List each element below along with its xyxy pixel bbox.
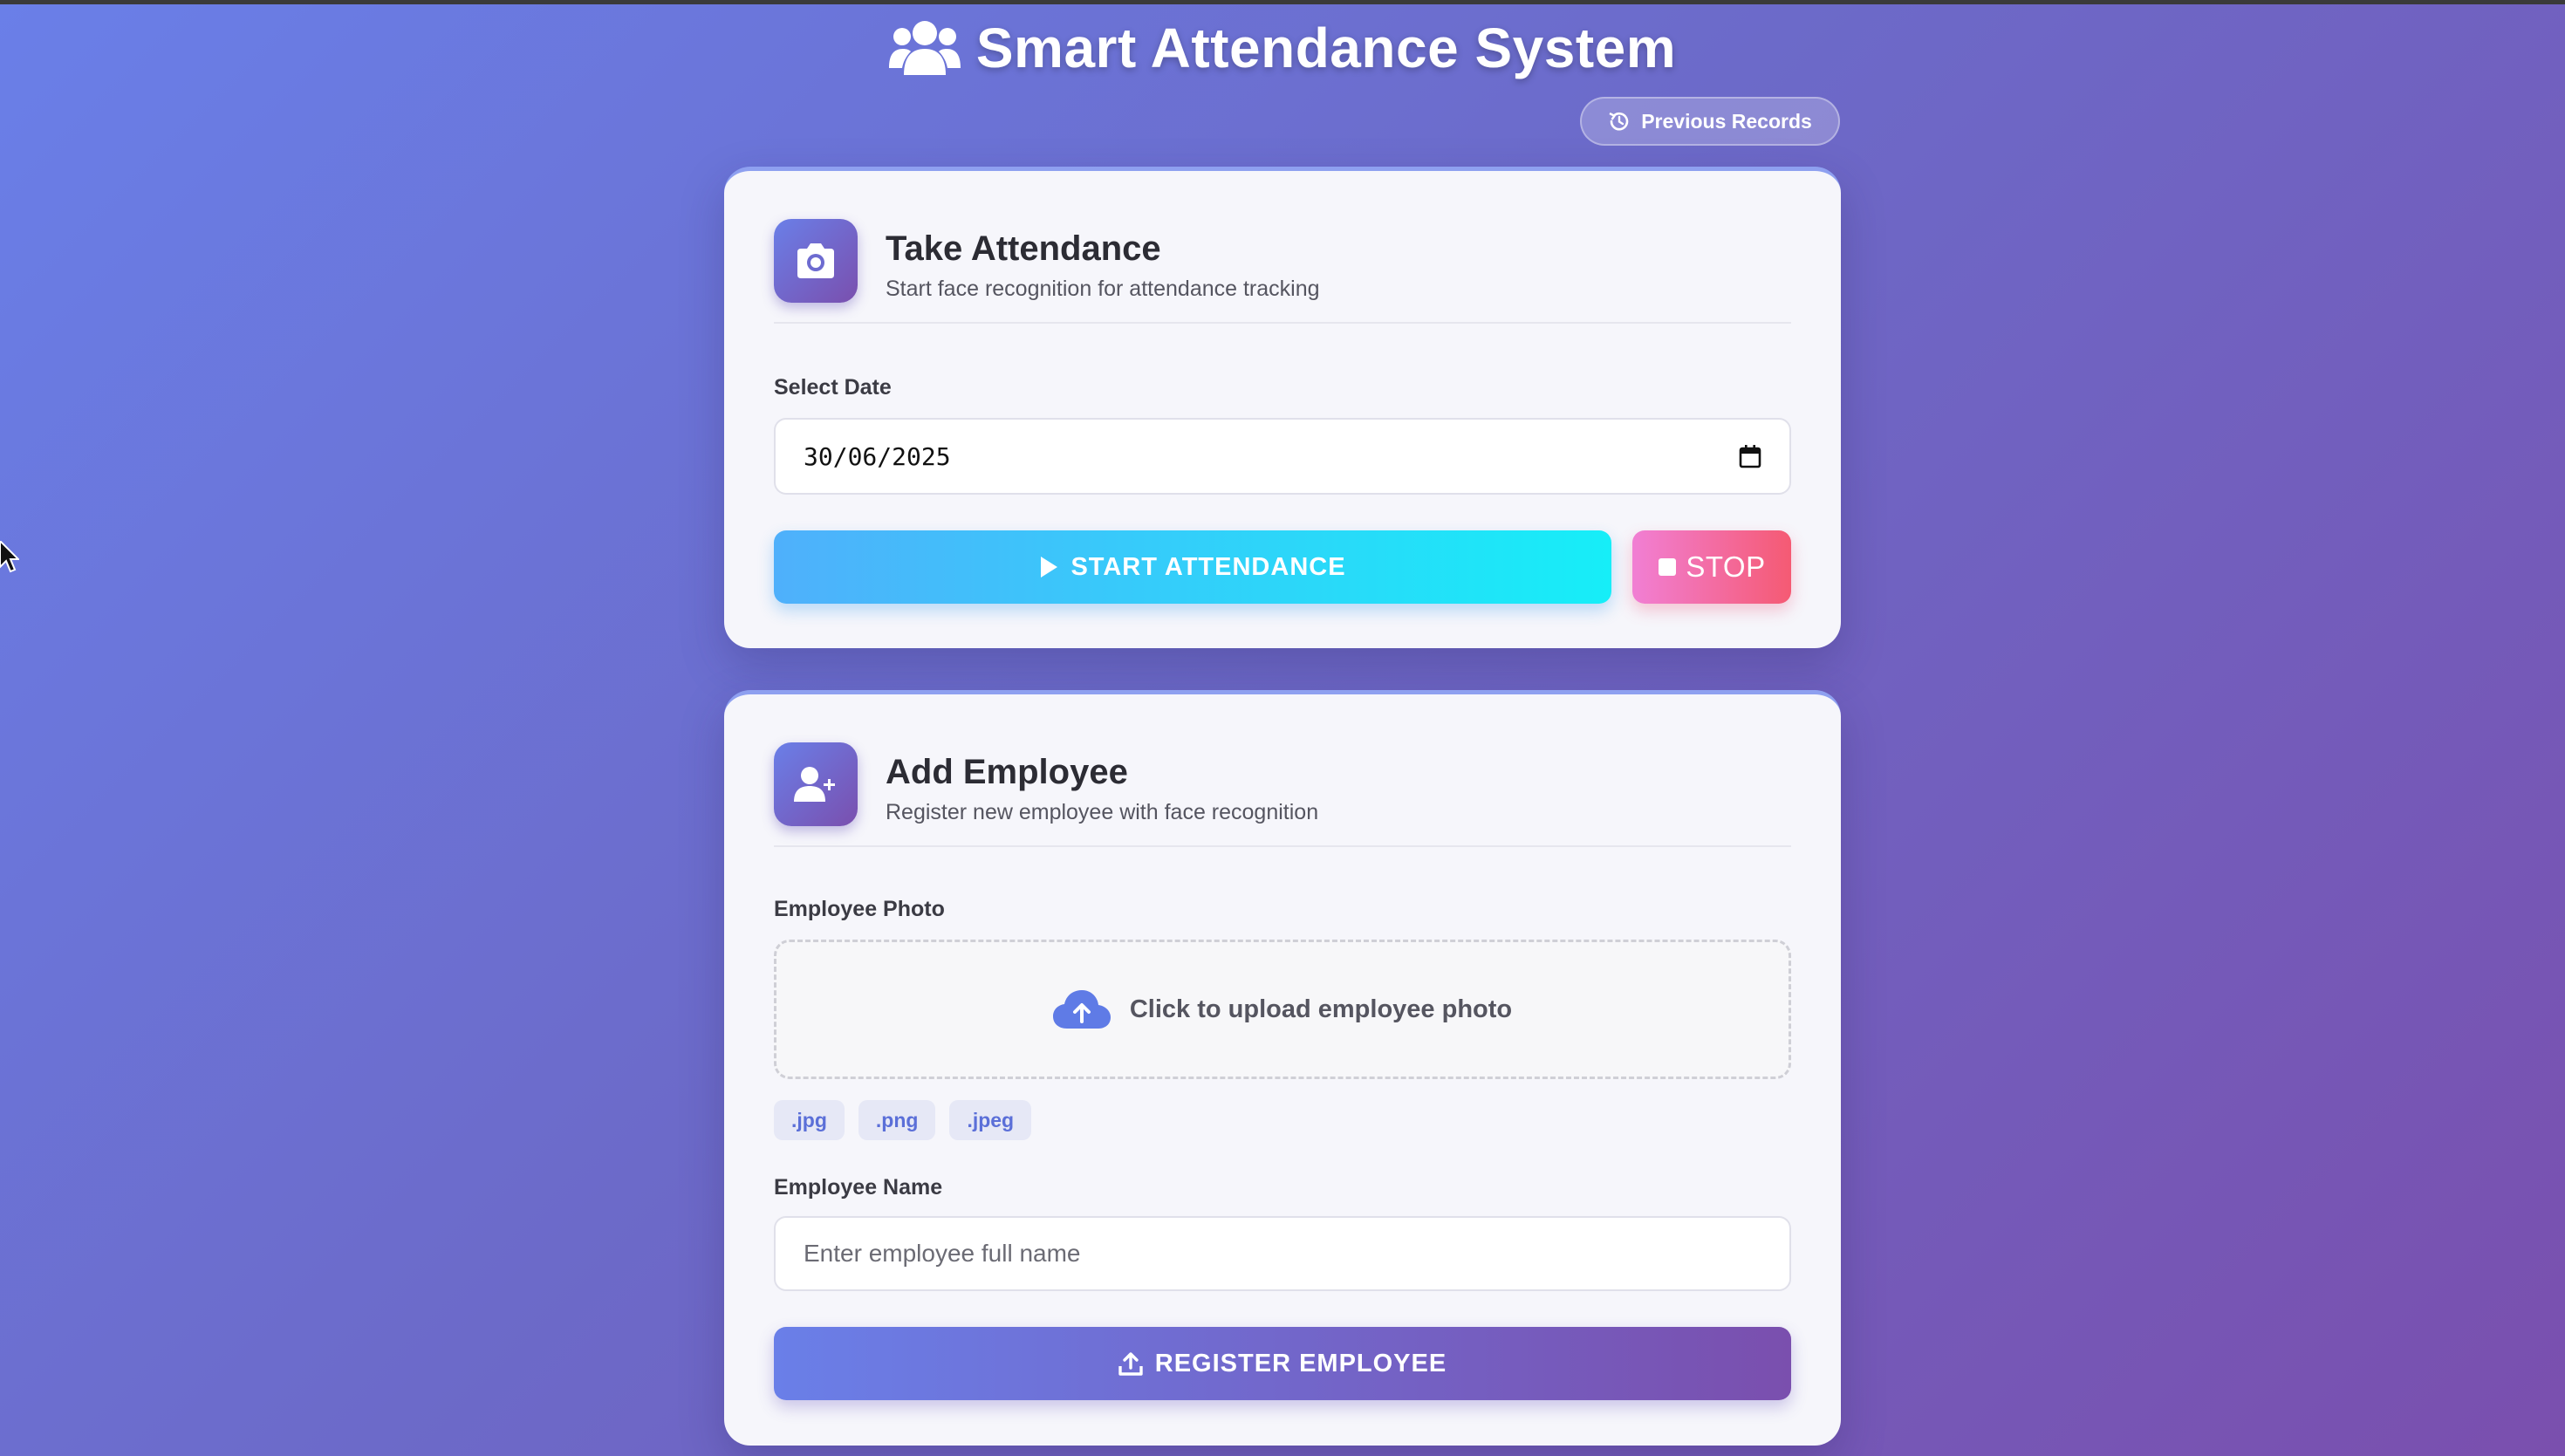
- date-input[interactable]: 30/06/2025: [774, 418, 1791, 495]
- employee-name-label: Employee Name: [774, 1175, 943, 1200]
- file-type-chip: .jpeg: [949, 1100, 1032, 1140]
- start-attendance-button[interactable]: START ATTENDANCE: [774, 530, 1611, 604]
- camera-icon: [797, 243, 834, 278]
- upload-icon: [1118, 1352, 1143, 1376]
- upload-prompt: Click to upload employee photo: [1129, 995, 1513, 1023]
- stop-button[interactable]: STOP: [1632, 530, 1791, 604]
- add-employee-subtitle: Register new employee with face recognit…: [886, 800, 1319, 824]
- previous-records-button[interactable]: Previous Records: [1580, 97, 1840, 146]
- take-attendance-title: Take Attendance: [886, 229, 1161, 268]
- mouse-cursor-icon: [0, 541, 19, 573]
- stop-label: STOP: [1686, 550, 1766, 583]
- cloud-upload-icon: [1052, 990, 1111, 1029]
- users-icon: [888, 21, 961, 75]
- user-plus-icon: [794, 767, 835, 802]
- select-date-label: Select Date: [774, 375, 892, 400]
- photo-upload-area[interactable]: Click to upload employee photo: [774, 940, 1791, 1079]
- user-plus-icon-badge: [774, 742, 858, 826]
- add-employee-header: Add Employee Register new employee with …: [774, 742, 1791, 847]
- add-employee-card: Add Employee Register new employee with …: [724, 690, 1841, 1446]
- window-top-border: [0, 0, 2565, 4]
- employee-name-input[interactable]: [774, 1216, 1791, 1291]
- start-attendance-label: START ATTENDANCE: [1070, 552, 1346, 581]
- calendar-icon[interactable]: [1739, 444, 1761, 468]
- add-employee-title: Add Employee: [886, 753, 1128, 791]
- take-attendance-subtitle: Start face recognition for attendance tr…: [886, 277, 1320, 301]
- date-value: 30/06/2025: [804, 441, 951, 471]
- page-title: Smart Attendance System: [975, 17, 1677, 79]
- play-icon: [1041, 557, 1058, 578]
- file-type-list: .jpg .png .jpeg: [774, 1100, 1032, 1140]
- register-employee-button[interactable]: REGISTER EMPLOYEE: [774, 1327, 1791, 1400]
- page-header: Smart Attendance System: [0, 16, 2565, 80]
- stop-icon: [1659, 558, 1677, 576]
- history-icon: [1609, 112, 1629, 131]
- file-type-chip: .jpg: [774, 1100, 845, 1140]
- previous-records-label: Previous Records: [1641, 109, 1812, 133]
- file-type-chip: .png: [858, 1100, 936, 1140]
- take-attendance-header: Take Attendance Start face recognition f…: [774, 219, 1791, 324]
- register-employee-label: REGISTER EMPLOYEE: [1154, 1349, 1447, 1377]
- camera-icon-badge: [774, 219, 858, 303]
- employee-photo-label: Employee Photo: [774, 897, 945, 921]
- take-attendance-card: Take Attendance Start face recognition f…: [724, 167, 1841, 648]
